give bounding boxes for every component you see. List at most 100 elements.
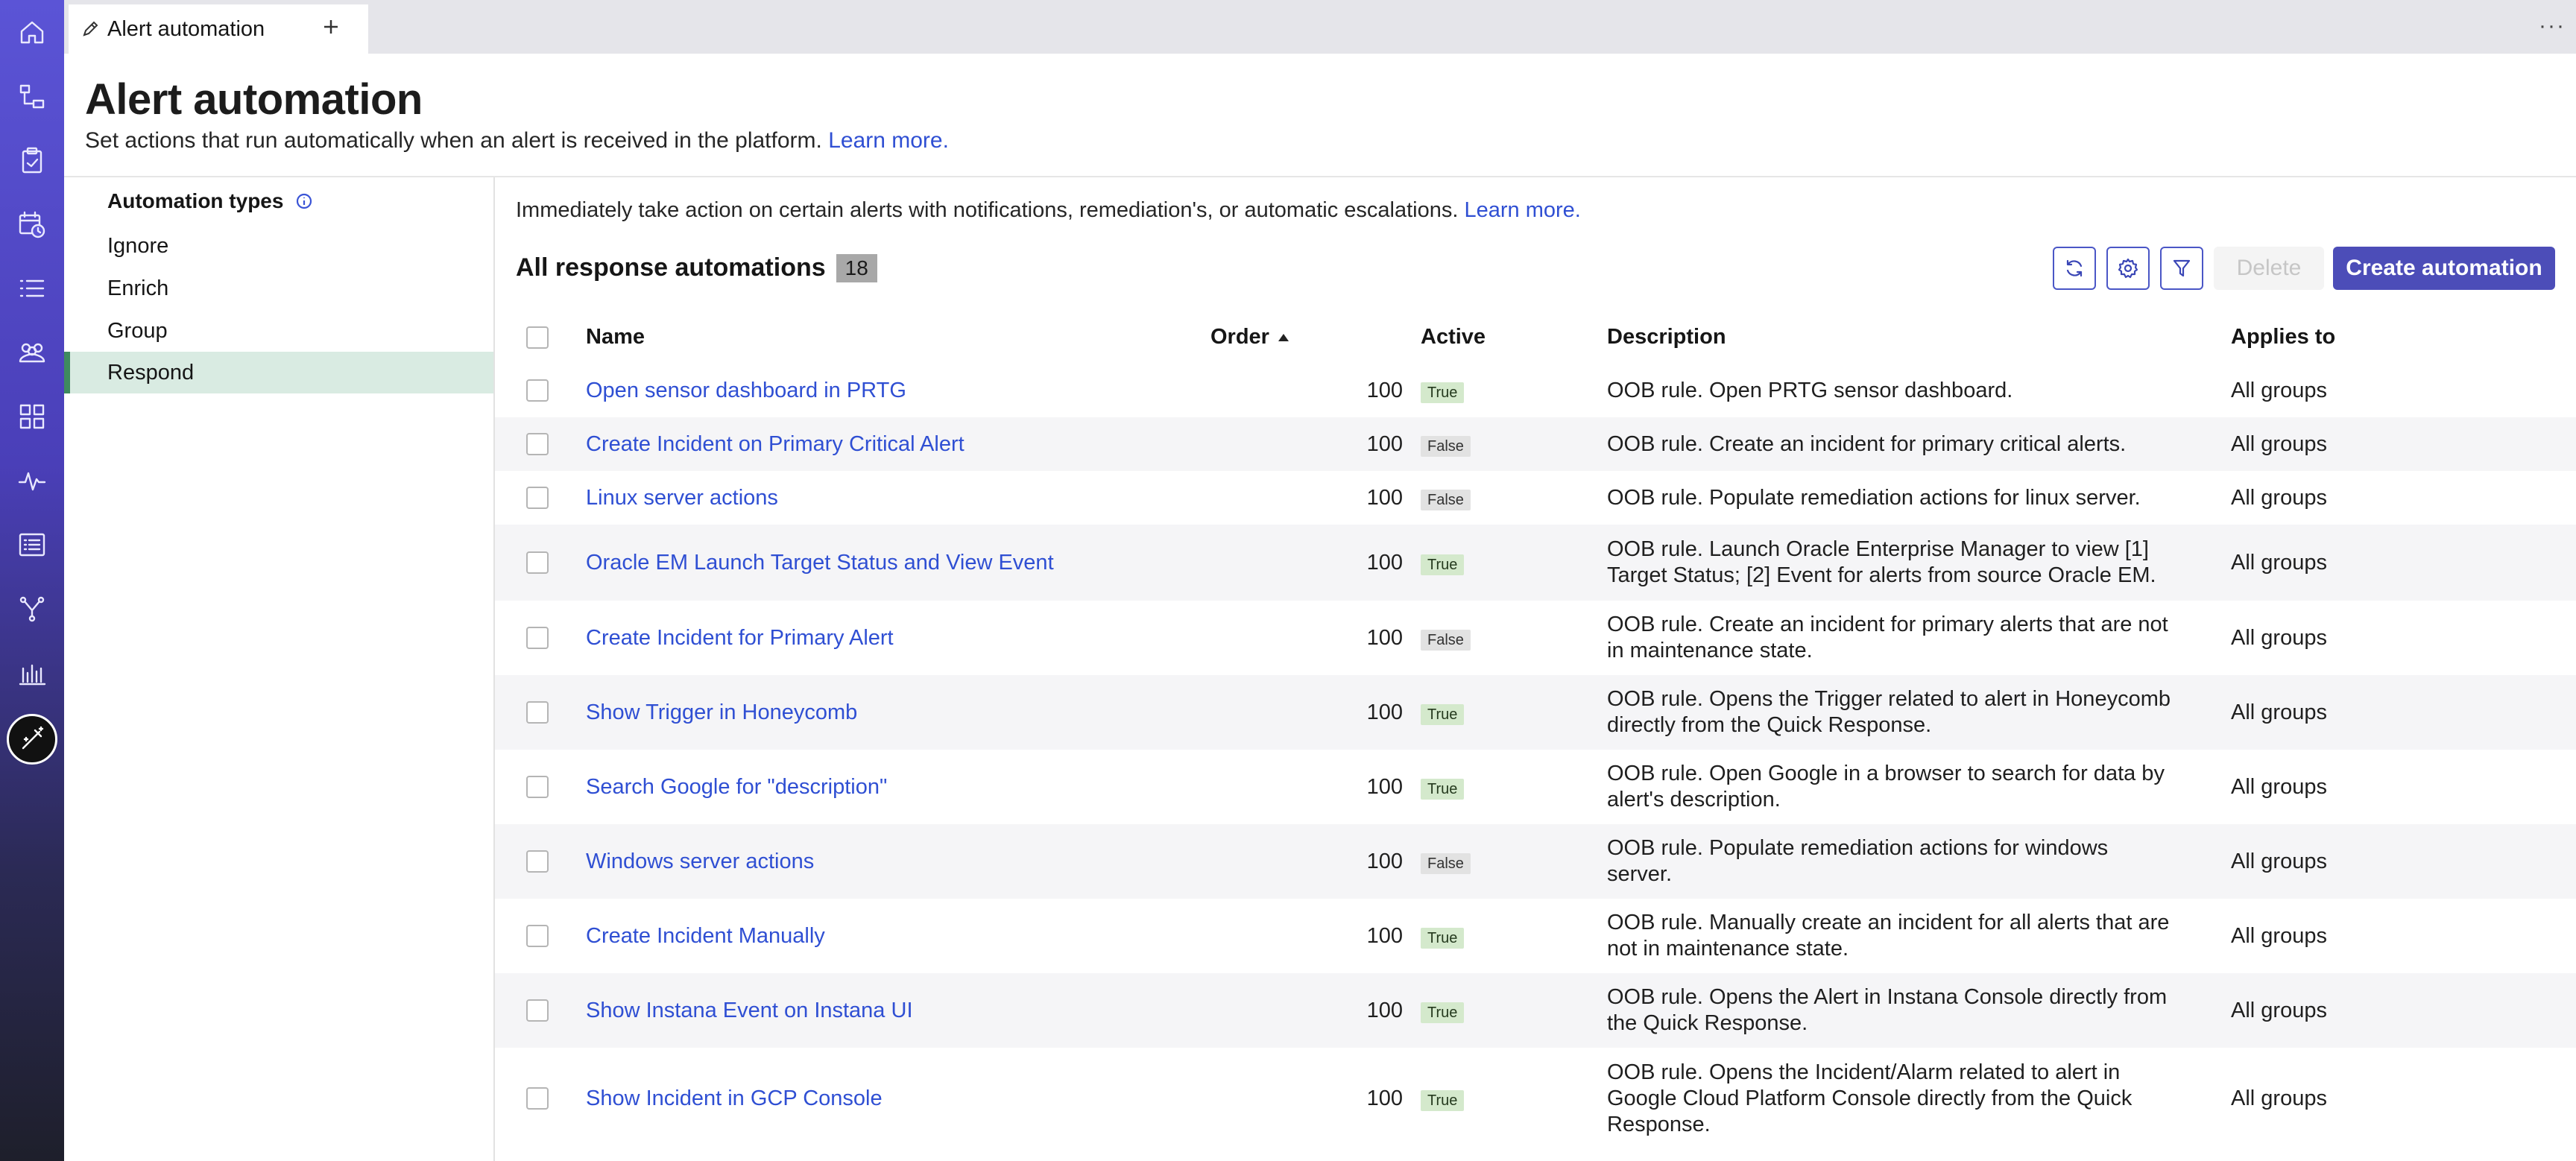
active-status-badge: True bbox=[1421, 1002, 1465, 1023]
description-text: OOB rule. Opens the Alert in Instana Con… bbox=[1607, 985, 2168, 1035]
active-cell: False bbox=[1421, 485, 1471, 513]
sidebar-item-ignore[interactable]: Ignore bbox=[64, 225, 493, 267]
settings-button[interactable] bbox=[2106, 247, 2150, 290]
gear-icon bbox=[2118, 258, 2138, 279]
overflow-menu-icon[interactable]: ··· bbox=[2539, 13, 2566, 39]
bar-chart-icon[interactable] bbox=[13, 654, 51, 692]
delete-button[interactable]: Delete bbox=[2214, 247, 2324, 290]
sidebar-item-label: Enrich bbox=[107, 276, 169, 300]
table-row[interactable]: Search Google for "description" 100 True OO… bbox=[495, 750, 2576, 824]
automation-name-link[interactable]: Create Incident on Primary Critical Aler… bbox=[586, 431, 965, 458]
info-icon[interactable] bbox=[295, 192, 313, 210]
column-applies-to[interactable]: Applies to bbox=[2231, 325, 2335, 349]
column-name[interactable]: Name bbox=[586, 325, 645, 349]
active-status-badge: True bbox=[1421, 928, 1465, 949]
automation-name-link[interactable]: Create Incident Manually bbox=[586, 923, 825, 949]
description-text: OOB rule. Opens the Trigger related to a… bbox=[1607, 687, 2171, 737]
filter-button[interactable] bbox=[2160, 247, 2203, 290]
table-row[interactable]: Show Incident in GCP Console 100 True OOB r… bbox=[495, 1048, 2576, 1149]
create-automation-button[interactable]: Create automation bbox=[2333, 247, 2555, 290]
grid-icon[interactable] bbox=[13, 398, 51, 435]
table-row[interactable]: Show Trigger in Honeycomb 100 True OOB rule… bbox=[495, 675, 2576, 750]
row-checkbox[interactable] bbox=[526, 850, 549, 873]
active-status-badge: False bbox=[1421, 490, 1471, 510]
sort-ascending-icon bbox=[1278, 334, 1289, 342]
plus-icon bbox=[324, 20, 338, 34]
order-value: 100 bbox=[1366, 1086, 1403, 1110]
row-checkbox[interactable] bbox=[526, 379, 549, 402]
automation-name-link[interactable]: Show Incident in GCP Console bbox=[586, 1086, 883, 1112]
active-cell: False bbox=[1421, 849, 1471, 877]
sidebar-item-group[interactable]: Group bbox=[64, 310, 493, 352]
row-checkbox[interactable] bbox=[526, 1087, 549, 1110]
order-value: 100 bbox=[1366, 923, 1403, 948]
team-icon[interactable] bbox=[13, 334, 51, 371]
applies-to-text: All groups bbox=[2231, 485, 2327, 510]
sidebar-item-label: Ignore bbox=[107, 233, 169, 258]
sidebar-item-enrich[interactable]: Enrich bbox=[64, 268, 493, 309]
table-row[interactable]: Create Incident Manually 100 True OOB rule.… bbox=[495, 899, 2576, 973]
column-description[interactable]: Description bbox=[1607, 325, 1726, 349]
order-value: 100 bbox=[1366, 431, 1403, 456]
nav-rail bbox=[0, 0, 64, 1161]
branch-icon[interactable] bbox=[13, 590, 51, 627]
table-row[interactable]: Create Incident for Primary Alert 100 Fals… bbox=[495, 601, 2576, 675]
sidebar-item-respond[interactable]: Respond bbox=[64, 352, 493, 393]
table-row[interactable]: Oracle EM Launch Target Status and View … bbox=[495, 525, 2576, 601]
applies-to-text: All groups bbox=[2231, 700, 2327, 724]
order-value: 100 bbox=[1366, 550, 1403, 575]
refresh-button[interactable] bbox=[2053, 247, 2096, 290]
table-row[interactable]: Create Incident on Primary Critical Aler… bbox=[495, 417, 2576, 471]
description-text: OOB rule. Create an incident for primary… bbox=[1607, 431, 2127, 456]
subtitle-text: Set actions that run automatically when … bbox=[85, 128, 822, 153]
learn-more-link[interactable]: Learn more. bbox=[828, 128, 949, 153]
count-badge: 18 bbox=[836, 253, 877, 282]
active-cell: False bbox=[1421, 625, 1471, 654]
clipboard-icon[interactable] bbox=[13, 142, 51, 179]
list-icon[interactable] bbox=[13, 270, 51, 307]
active-cell: True bbox=[1421, 923, 1465, 952]
table-row[interactable]: Linux server actions 100 False OOB rule. Po… bbox=[495, 471, 2576, 525]
automation-name-link[interactable]: Oracle EM Launch Target Status and View … bbox=[586, 550, 1054, 576]
column-active[interactable]: Active bbox=[1421, 325, 1486, 349]
topology-icon[interactable] bbox=[13, 77, 51, 115]
row-checkbox[interactable] bbox=[526, 925, 549, 947]
row-checkbox[interactable] bbox=[526, 776, 549, 798]
automation-name-link[interactable]: Create Incident for Primary Alert bbox=[586, 625, 894, 651]
applies-to-text: All groups bbox=[2231, 774, 2327, 799]
row-checkbox[interactable] bbox=[526, 999, 549, 1022]
page-title: Alert automation bbox=[85, 75, 423, 124]
automation-name-link[interactable]: Linux server actions bbox=[586, 485, 778, 511]
list-heading: All response automations 18 bbox=[516, 253, 877, 282]
automation-name-link[interactable]: Search Google for "description" bbox=[586, 774, 887, 800]
pulse-icon[interactable] bbox=[13, 462, 51, 499]
active-cell: True bbox=[1421, 378, 1465, 406]
table-row[interactable]: Open sensor dashboard in PRTG 100 True OOB … bbox=[495, 364, 2576, 417]
calendar-clock-icon[interactable] bbox=[13, 206, 51, 243]
select-all-checkbox[interactable] bbox=[526, 326, 549, 349]
table-body: Open sensor dashboard in PRTG 100 True OOB … bbox=[495, 364, 2576, 1149]
row-checkbox[interactable] bbox=[526, 551, 549, 574]
automation-name-link[interactable]: Show Instana Event on Instana UI bbox=[586, 998, 913, 1024]
header-divider bbox=[64, 176, 2576, 177]
table-row[interactable]: Show Instana Event on Instana UI 100 True O… bbox=[495, 973, 2576, 1048]
add-tab-button[interactable] bbox=[315, 10, 347, 43]
list-title: All response automations bbox=[516, 253, 826, 282]
table-list-icon[interactable] bbox=[13, 526, 51, 563]
intro-learn-more-link[interactable]: Learn more. bbox=[1464, 198, 1580, 222]
home-icon[interactable] bbox=[13, 13, 51, 51]
table-row[interactable]: Windows server actions 100 False OOB rule. … bbox=[495, 824, 2576, 899]
active-status-badge: True bbox=[1421, 1090, 1465, 1111]
description-text: OOB rule. Create an incident for primary… bbox=[1607, 613, 2168, 662]
wand-icon[interactable] bbox=[7, 714, 57, 765]
automation-name-link[interactable]: Show Trigger in Honeycomb bbox=[586, 700, 857, 726]
active-cell: True bbox=[1421, 700, 1465, 728]
automation-name-link[interactable]: Open sensor dashboard in PRTG bbox=[586, 378, 906, 404]
automation-name-link[interactable]: Windows server actions bbox=[586, 849, 814, 875]
column-order[interactable]: Order bbox=[1210, 325, 1290, 349]
row-checkbox[interactable] bbox=[526, 433, 549, 455]
row-checkbox[interactable] bbox=[526, 487, 549, 509]
row-checkbox[interactable] bbox=[526, 627, 549, 649]
order-value: 100 bbox=[1366, 998, 1403, 1022]
row-checkbox[interactable] bbox=[526, 701, 549, 724]
